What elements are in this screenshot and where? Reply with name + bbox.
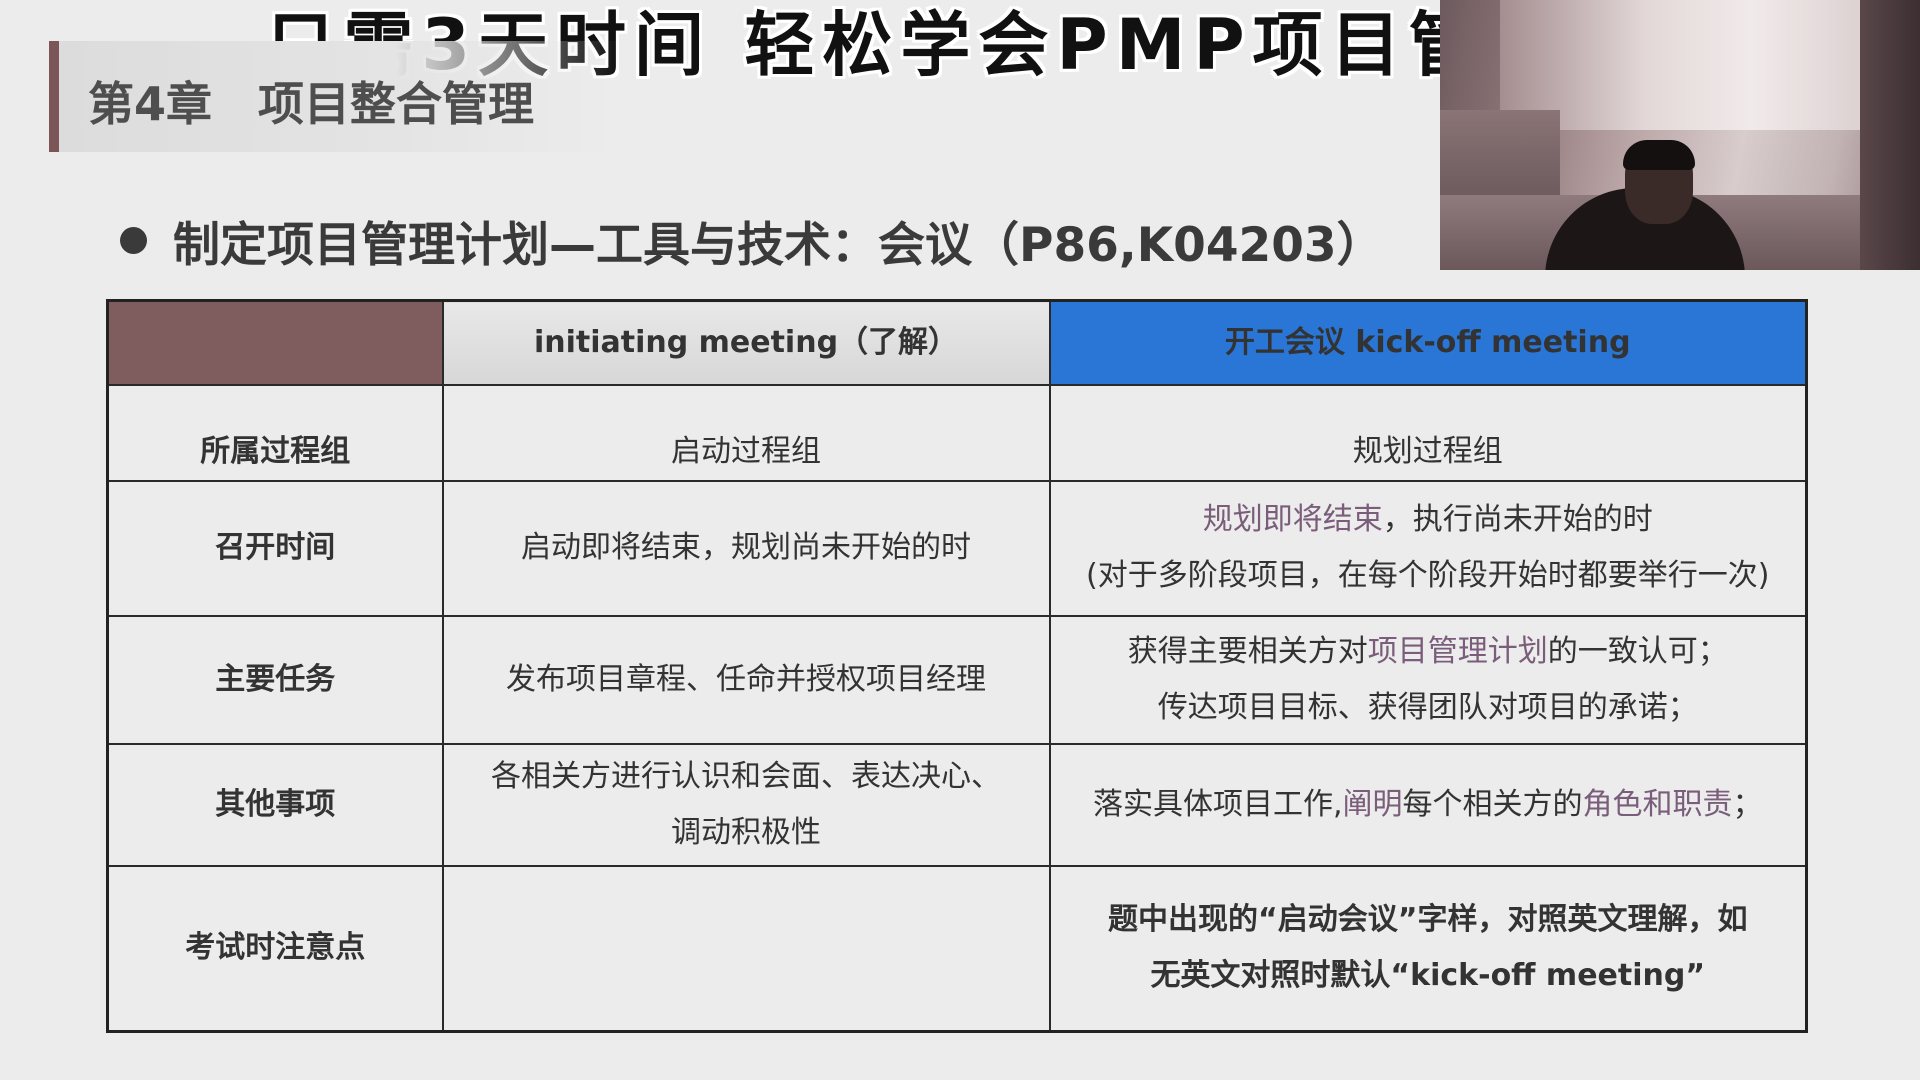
table-row: 召开时间 启动即将结束，规划尚未开始的时 规划即将结束，执行尚未开始的时 (对于… — [106, 479, 1808, 617]
table-row: 所属过程组 启动过程组 规划过程组 — [106, 383, 1808, 482]
subtitle-text: 制定项目管理计划—工具与技术：会议（P86,K04203） — [173, 218, 1384, 273]
cell-initiating-meeting-time: 启动即将结束，规划尚未开始的时 — [441, 479, 1051, 617]
initiating-other-line1: 各相关方进行认识和会面、表达决心、 — [491, 758, 1001, 794]
webcam-door-frame — [1860, 0, 1920, 270]
kickoff-other-highlight-clarify: 阐明 — [1342, 786, 1403, 822]
kickoff-task-text-c: 的一致认可； — [1547, 633, 1728, 669]
kickoff-task-line2: 传达项目目标、获得团队对项目的承诺； — [1157, 689, 1698, 725]
cell-initiating-exam-notes — [441, 864, 1051, 1033]
kickoff-other-text-e: ； — [1732, 786, 1763, 822]
header-kickoff-meeting: 开工会议 kick-off meeting — [1048, 299, 1808, 386]
cell-kickoff-meeting-time: 规划即将结束，执行尚未开始的时 (对于多阶段项目，在每个阶段开始时都要举行一次) — [1048, 479, 1808, 617]
header-corner-cell — [106, 299, 444, 386]
kickoff-task-highlight: 项目管理计划 — [1367, 633, 1548, 669]
cell-kickoff-other-items: 落实具体项目工作,阐明每个相关方的角色和职责； — [1048, 742, 1808, 867]
chapter-heading: 第4章 项目整合管理 — [88, 68, 534, 134]
row-label-process-group: 所属过程组 — [106, 383, 444, 482]
row-label-other-items: 其他事项 — [106, 742, 444, 867]
presenter-hair — [1623, 140, 1695, 170]
kickoff-other-text-a: 落实具体项目工作, — [1092, 786, 1343, 822]
slide-subtitle: 制定项目管理计划—工具与技术：会议（P86,K04203） — [120, 206, 1384, 275]
cell-initiating-process-group: 启动过程组 — [441, 383, 1051, 482]
row-label-exam-notes: 考试时注意点 — [106, 864, 444, 1033]
table-row: 其他事项 各相关方进行认识和会面、表达决心、 调动积极性 落实具体项目工作,阐明… — [106, 742, 1808, 867]
kickoff-time-highlight: 规划即将结束 — [1202, 502, 1383, 537]
cell-kickoff-exam-notes: 题中出现的“启动会议”字样，对照英文理解，如 无英文对照时默认“kick-off… — [1048, 864, 1808, 1033]
webcam-monitor — [1440, 110, 1560, 200]
kickoff-task-text-a: 获得主要相关方对 — [1127, 633, 1368, 669]
meeting-comparison-table: initiating meeting（了解） 开工会议 kick-off mee… — [106, 299, 1808, 1033]
cell-kickoff-process-group: 规划过程组 — [1048, 383, 1808, 482]
table-header-row: initiating meeting（了解） 开工会议 kick-off mee… — [106, 299, 1808, 386]
cell-initiating-other-items: 各相关方进行认识和会面、表达决心、 调动积极性 — [441, 742, 1051, 867]
chapter-accent-bar — [49, 41, 59, 152]
table-row: 主要任务 发布项目章程、任命并授权项目经理 获得主要相关方对项目管理计划的一致认… — [106, 614, 1808, 745]
header-initiating-meeting: initiating meeting（了解） — [441, 299, 1051, 386]
row-label-main-tasks: 主要任务 — [106, 614, 444, 745]
row-label-meeting-time: 召开时间 — [106, 479, 444, 617]
kickoff-other-highlight-roles: 角色和职责 — [1582, 786, 1733, 822]
exam-note-line1: 题中出现的“启动会议”字样，对照英文理解，如 — [1108, 902, 1748, 938]
initiating-other-line2: 调动积极性 — [671, 814, 821, 850]
presenter-webcam-video — [1440, 0, 1920, 270]
bullet-dot-icon — [120, 227, 147, 254]
exam-note-line2: 无英文对照时默认“kick-off meeting” — [1150, 958, 1706, 994]
webcam-wall — [1500, 0, 1920, 130]
cell-initiating-main-tasks: 发布项目章程、任命并授权项目经理 — [441, 614, 1051, 745]
cell-kickoff-main-tasks: 获得主要相关方对项目管理计划的一致认可； 传达项目目标、获得团队对项目的承诺； — [1048, 614, 1808, 745]
kickoff-other-text-c: 每个相关方的 — [1402, 786, 1583, 822]
chapter-number: 第4章 — [88, 77, 213, 131]
table-row: 考试时注意点 题中出现的“启动会议”字样，对照英文理解，如 无英文对照时默认“k… — [106, 864, 1808, 1033]
kickoff-time-note: (对于多阶段项目，在每个阶段开始时都要举行一次) — [1086, 558, 1770, 593]
chapter-title: 项目整合管理 — [258, 77, 535, 131]
kickoff-time-text: ，执行尚未开始的时 — [1382, 502, 1653, 537]
